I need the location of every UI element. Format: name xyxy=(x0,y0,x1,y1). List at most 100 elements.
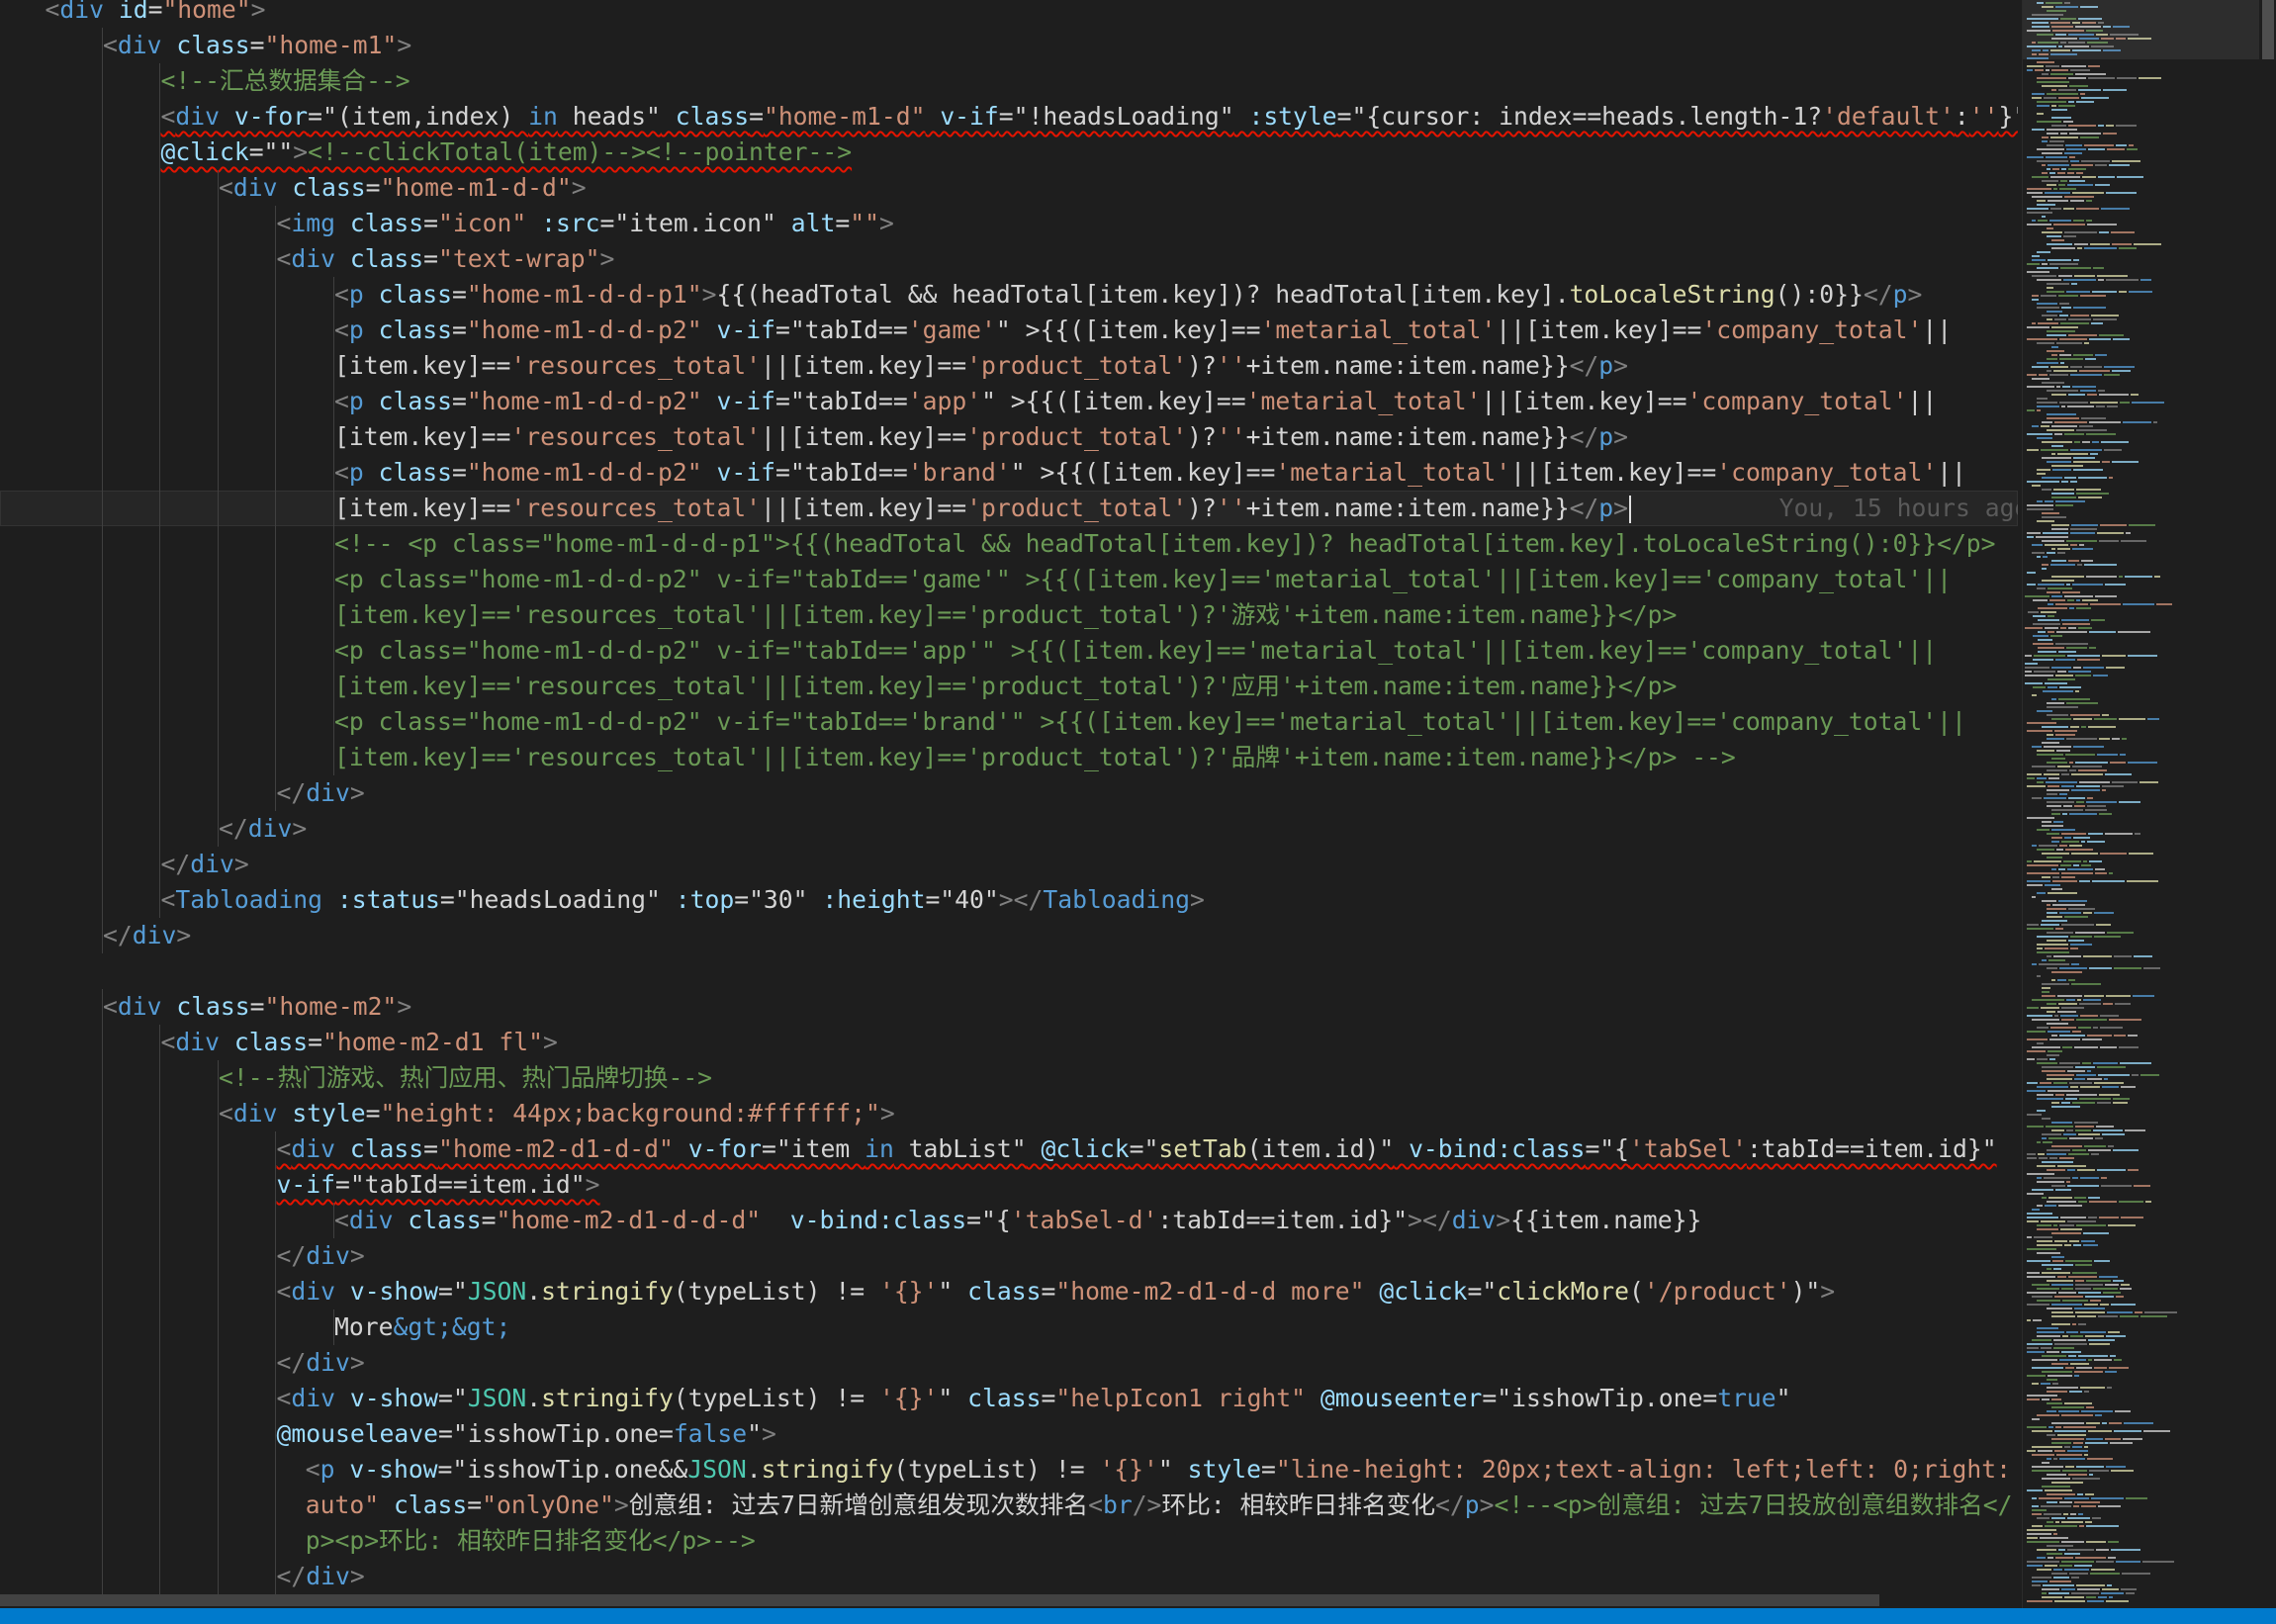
code-line[interactable]: </div> xyxy=(0,847,2018,882)
minimap-viewport-slider[interactable] xyxy=(2023,0,2260,59)
minimap-line xyxy=(2060,362,2064,364)
code-line[interactable]: <!-- <p class="home-m1-d-d-p1">{{(headTo… xyxy=(0,526,2018,562)
indent-guide xyxy=(101,1416,103,1452)
minimap-line xyxy=(2103,1292,2121,1294)
code-line[interactable]: <p class="home-m1-d-d-p2" v-if="tabId=='… xyxy=(0,704,2018,740)
indent-guide xyxy=(217,1345,219,1381)
code-line[interactable]: [item.key]=='resources_total'||[item.key… xyxy=(0,740,2018,775)
code-token: div xyxy=(348,1206,394,1234)
code-token: ="isshowTip.one= xyxy=(438,1419,674,1448)
minimap-line xyxy=(2032,1296,2052,1298)
code-line[interactable]: </div> xyxy=(0,811,2018,847)
code-line[interactable]: [item.key]=='resources_total'||[item.key… xyxy=(0,419,2018,455)
code-line[interactable]: <p class="home-m1-d-d-p2" v-if="tabId=='… xyxy=(0,633,2018,669)
code-token: < xyxy=(219,173,233,202)
minimap-line xyxy=(2025,671,2032,673)
minimap-line xyxy=(2094,1359,2112,1361)
vertical-scrollbar[interactable] xyxy=(2259,0,2276,1608)
code-line[interactable]: <p class="home-m1-d-d-p2" v-if="tabId=='… xyxy=(0,384,2018,419)
code-token: p xyxy=(319,1455,335,1484)
code-line[interactable]: <div v-show="JSON.stringify(typeList) !=… xyxy=(0,1274,2018,1309)
minimap-line xyxy=(2050,73,2073,75)
code-line[interactable]: </div> xyxy=(0,1345,2018,1381)
code-line[interactable]: <div id="home"> xyxy=(0,0,2018,28)
minimap-line xyxy=(2059,1062,2080,1064)
code-line[interactable] xyxy=(0,953,2018,989)
code-line[interactable]: <!--汇总数据集合--> xyxy=(0,63,2018,99)
minimap-line xyxy=(2056,849,2063,851)
code-line[interactable]: <p v-show="isshowTip.one&&JSON.stringify… xyxy=(0,1452,2018,1488)
minimap-line xyxy=(2064,1402,2092,1404)
minimap-line xyxy=(2122,738,2127,740)
code-line[interactable]: <div v-for="(item,index) in heads" class… xyxy=(0,99,2018,135)
code-token: +item.name:item.name}} xyxy=(1245,422,1570,451)
minimap-line xyxy=(2058,651,2076,653)
indent-guide xyxy=(101,1381,103,1416)
code-line[interactable]: [item.key]=='resources_total'||[item.key… xyxy=(0,597,2018,633)
minimap-line xyxy=(2062,386,2070,388)
code-line[interactable]: [item.key]=='resources_total'||[item.key… xyxy=(0,491,2018,526)
code-line[interactable]: <div class="home-m2-d1-d-d" v-for="item … xyxy=(0,1131,2018,1167)
code-line[interactable]: <p class="home-m1-d-d-p1">{{(headTotal &… xyxy=(0,277,2018,313)
minimap-line xyxy=(2032,1505,2039,1507)
code-token: < xyxy=(334,316,349,344)
code-line[interactable]: auto" class="onlyOne">创意组: 过去7日新增创意组发现次数… xyxy=(0,1488,2018,1523)
minimap-line xyxy=(2091,315,2119,316)
minimap-line xyxy=(2046,69,2049,71)
minimap-line xyxy=(2078,1292,2101,1294)
code-line[interactable]: <p class="home-m1-d-d-p2" v-if="tabId=='… xyxy=(0,313,2018,348)
code-line[interactable]: <p class="home-m1-d-d-p2" v-if="tabId=='… xyxy=(0,455,2018,491)
minimap-line xyxy=(2039,1157,2048,1159)
minimap-line xyxy=(2061,1288,2073,1290)
minimap-line xyxy=(2051,528,2068,530)
indent-guide xyxy=(217,562,219,597)
minimap-line xyxy=(2090,402,2118,404)
code-token: 'metarial_total' xyxy=(1245,387,1482,415)
minimap-line xyxy=(2070,481,2077,483)
code-line[interactable]: <div class="home-m2-d1 fl"> xyxy=(0,1025,2018,1060)
minimap[interactable] xyxy=(2022,0,2260,1608)
code-line[interactable]: <p class="home-m1-d-d-p2" v-if="tabId=='… xyxy=(0,562,2018,597)
horizontal-scrollbar-thumb[interactable] xyxy=(0,1594,1879,1606)
minimap-line xyxy=(2077,247,2082,249)
code-line[interactable]: </div> xyxy=(0,918,2018,953)
code-line[interactable]: @mouseleave="isshowTip.one=false"> xyxy=(0,1416,2018,1452)
code-token: class xyxy=(953,1277,1042,1306)
code-line[interactable]: <div style="height: 44px;background:#fff… xyxy=(0,1096,2018,1131)
code-line[interactable]: <!--热门游戏、热门应用、热门品牌切换--> xyxy=(0,1060,2018,1096)
code-line[interactable]: <div class="text-wrap"> xyxy=(0,241,2018,277)
code-editor[interactable]: <div id="home"> <div class="home-m1"> <!--… xyxy=(0,0,2276,1624)
code-line[interactable]: <div class="home-m2"> xyxy=(0,989,2018,1025)
code-line[interactable]: [item.key]=='resources_total'||[item.key… xyxy=(0,669,2018,704)
minimap-line xyxy=(2085,358,2096,360)
code-line[interactable]: </div> xyxy=(0,1238,2018,1274)
code-line[interactable]: <div class="home-m1-d-d"> xyxy=(0,170,2018,206)
code-line[interactable]: More&gt;&gt; xyxy=(0,1309,2018,1345)
minimap-line xyxy=(2074,805,2085,807)
code-area[interactable]: <div id="home"> <div class="home-m1"> <!--… xyxy=(0,0,2018,1600)
code-line[interactable]: </div> xyxy=(0,1559,2018,1594)
minimap-line xyxy=(2115,1003,2131,1005)
minimap-line xyxy=(2042,1118,2050,1120)
code-line-content: <p class="home-m1-d-d-p2" v-if="tabId=='… xyxy=(334,704,1966,740)
code-line[interactable]: <div class="home-m2-d1-d-d-d" v-bind:cla… xyxy=(0,1203,2018,1238)
minimap-line xyxy=(2047,291,2064,293)
code-line[interactable]: <img class="icon" :src="item.icon" alt="… xyxy=(0,206,2018,241)
minimap-line xyxy=(2032,544,2043,546)
code-line[interactable]: p><p>环比: 相较昨日排名变化</p>--> xyxy=(0,1523,2018,1559)
code-line[interactable]: v-if="tabId==item.id"> xyxy=(0,1167,2018,1203)
code-line[interactable]: <Tabloading :status="headsLoading" :top=… xyxy=(0,882,2018,918)
code-line[interactable]: @click=""><!--clickTotal(item)--><!--poi… xyxy=(0,135,2018,170)
code-token: = xyxy=(365,1099,381,1128)
minimap-line xyxy=(2100,1304,2109,1306)
vertical-scrollbar-thumb[interactable] xyxy=(2262,0,2274,59)
minimap-line xyxy=(2053,1569,2062,1571)
code-line[interactable]: [item.key]=='resources_total'||[item.key… xyxy=(0,348,2018,384)
code-line[interactable]: </div> xyxy=(0,775,2018,811)
horizontal-scrollbar[interactable] xyxy=(0,1590,1879,1608)
minimap-line xyxy=(2042,1596,2062,1598)
code-line[interactable]: <div class="home-m1"> xyxy=(0,28,2018,63)
code-line[interactable]: <div v-show="JSON.stringify(typeList) !=… xyxy=(0,1381,2018,1416)
minimap-line xyxy=(2060,133,2067,135)
minimap-line xyxy=(2090,603,2121,605)
